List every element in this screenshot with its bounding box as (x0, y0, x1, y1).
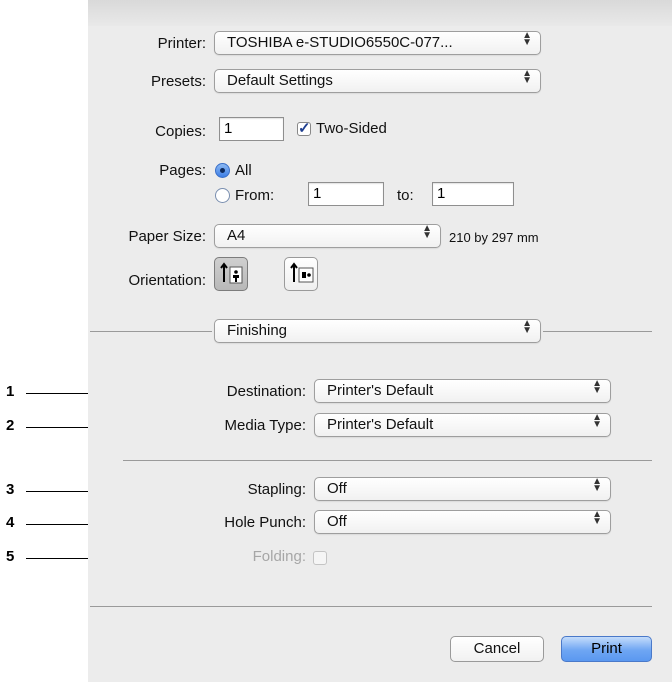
media-type-label: Media Type: (224, 417, 306, 434)
destination-label: Destination: (226, 383, 306, 400)
bottom-divider (90, 606, 652, 607)
paper-size-label: Paper Size: (128, 228, 206, 245)
paper-size-value: A4 (227, 227, 246, 244)
print-button[interactable]: Print (561, 636, 652, 662)
destination-popup[interactable]: Printer's Default ▲ ▼ (314, 379, 611, 403)
two-sided-checkbox[interactable] (297, 119, 311, 137)
popup-arrows-icon: ▲ ▼ (592, 379, 602, 396)
section-divider-right (543, 331, 652, 332)
hole-punch-popup[interactable]: Off ▲ ▼ (314, 510, 611, 534)
copies-label: Copies: (155, 123, 206, 140)
callout-number-1: 1 (6, 383, 15, 400)
printer-popup[interactable]: TOSHIBA e-STUDIO6550C-077... ▲ ▼ (214, 31, 541, 55)
pages-from-field[interactable]: 1 (308, 182, 384, 206)
section-value: Finishing (227, 322, 288, 339)
pages-label: Pages: (159, 162, 206, 179)
folding-label: Folding: (252, 548, 306, 565)
pages-all-radio[interactable] (215, 163, 230, 178)
paper-dimensions: 210 by 297 mm (449, 230, 539, 245)
stapling-label: Stapling: (247, 481, 306, 498)
stapling-value: Off (327, 480, 347, 497)
landscape-icon (290, 262, 314, 283)
media-type-value: Printer's Default (327, 416, 434, 433)
callout-number-2: 2 (6, 417, 15, 434)
cancel-button[interactable]: Cancel (450, 636, 544, 662)
folding-checkbox[interactable] (313, 551, 327, 565)
presets-value: Default Settings (227, 72, 333, 89)
finishing-divider (123, 460, 652, 461)
pages-from-radio[interactable] (215, 188, 230, 203)
popup-arrows-icon: ▲ ▼ (522, 319, 532, 336)
two-sided-label[interactable]: Two-Sided (316, 120, 387, 137)
hole-punch-label: Hole Punch: (224, 514, 306, 531)
stapling-popup[interactable]: Off ▲ ▼ (314, 477, 611, 501)
section-popup[interactable]: Finishing ▲ ▼ (214, 319, 541, 343)
section-divider-left (90, 331, 212, 332)
pages-from-label: From: (235, 187, 275, 204)
paper-size-popup[interactable]: A4 ▲ ▼ (214, 224, 441, 248)
callout-number-4: 4 (6, 514, 15, 531)
orientation-label: Orientation: (128, 272, 206, 289)
media-type-popup[interactable]: Printer's Default ▲ ▼ (314, 413, 611, 437)
popup-arrows-icon: ▲ ▼ (522, 31, 532, 48)
popup-arrows-icon: ▲ ▼ (592, 477, 602, 494)
popup-arrows-icon: ▲ ▼ (522, 69, 532, 86)
destination-value: Printer's Default (327, 382, 434, 399)
callout-number-3: 3 (6, 481, 15, 498)
pages-to-label: to: (397, 187, 414, 204)
pages-all-label[interactable]: All (235, 162, 252, 179)
printer-label: Printer: (157, 35, 206, 52)
popup-arrows-icon: ▲ ▼ (592, 510, 602, 527)
callout-number-5: 5 (6, 548, 15, 565)
hole-punch-value: Off (327, 513, 347, 530)
portrait-icon (220, 262, 243, 284)
printer-value: TOSHIBA e-STUDIO6550C-077... (227, 34, 453, 51)
presets-popup[interactable]: Default Settings ▲ ▼ (214, 69, 541, 93)
popup-arrows-icon: ▲ ▼ (592, 413, 602, 430)
orientation-landscape-button[interactable] (284, 257, 318, 291)
pages-to-field[interactable]: 1 (432, 182, 514, 206)
popup-arrows-icon: ▲ ▼ (422, 224, 432, 241)
orientation-portrait-button[interactable] (214, 257, 248, 291)
copies-field[interactable]: 1 (219, 117, 284, 141)
presets-label: Presets: (150, 73, 206, 90)
